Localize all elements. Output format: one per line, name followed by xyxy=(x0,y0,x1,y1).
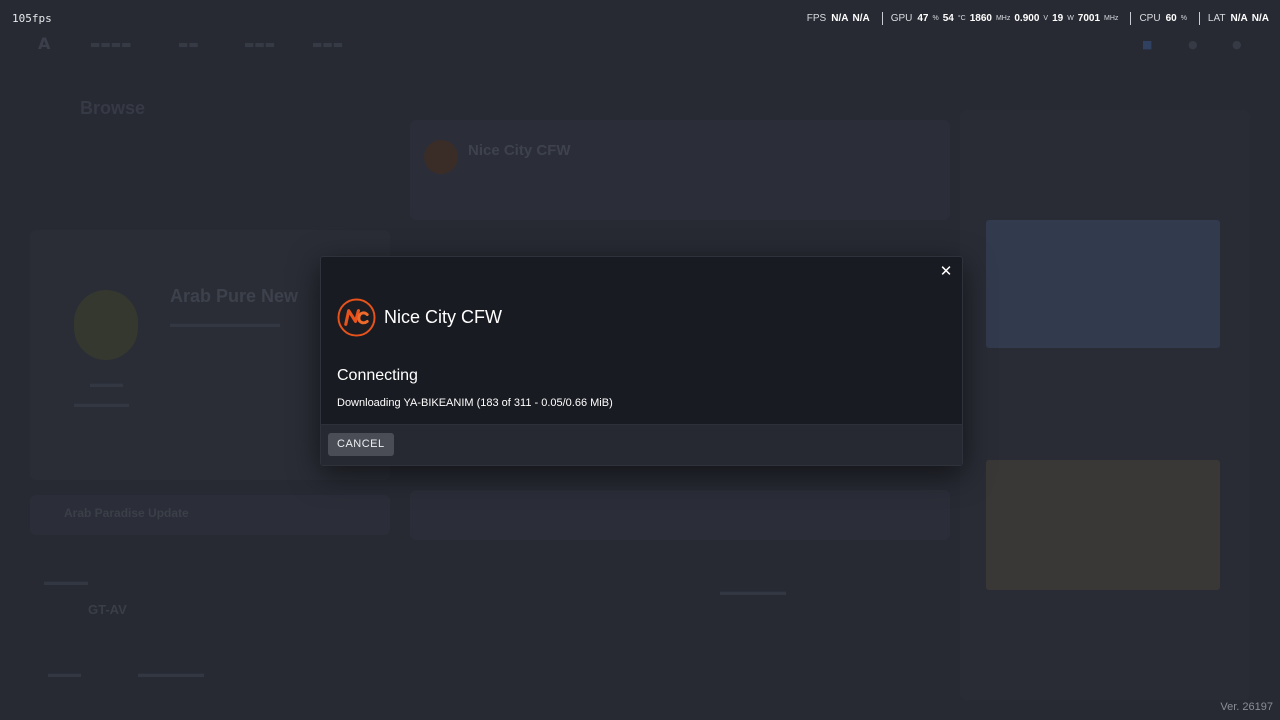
hud-unit: MHz xyxy=(1104,15,1119,22)
featured-subtitle: ▬▬▬▬▬▬▬▬▬▬ xyxy=(170,318,280,330)
nav-item[interactable]: ▬▬▬▬ xyxy=(90,38,132,51)
list-label: ▬▬▬▬ xyxy=(44,576,88,588)
discord-icon[interactable]: ■ xyxy=(1142,38,1152,51)
bottom-link[interactable]: ▬▬▬▬▬▬ xyxy=(138,668,204,680)
connection-status: Connecting xyxy=(337,367,418,384)
hud-fps-group: FPS N/A N/A xyxy=(799,13,882,24)
featured-meta: ▬▬▬▬▬ xyxy=(74,398,129,410)
server-name: Nice City CFW xyxy=(384,307,502,327)
gpu-power: 19 xyxy=(1052,13,1064,24)
gpu-clock: 1860 xyxy=(969,13,992,24)
hud-value: N/A xyxy=(1251,13,1269,24)
hud-unit: % xyxy=(932,15,939,22)
news-feed xyxy=(960,110,1250,700)
performance-hud: FPS N/A N/A GPU 47% 54 °C 1860 MHz 0.900 V … xyxy=(799,12,1269,25)
exit-icon[interactable]: ● xyxy=(1232,38,1242,51)
hud-gpu-group: GPU 47% 54 °C 1860 MHz 0.900 V 19 W 7001 MHz xyxy=(883,13,1131,24)
cancel-button[interactable]: CANCEL xyxy=(328,433,394,456)
server-header-card xyxy=(410,120,950,220)
gpu-mem-clock: 7001 xyxy=(1077,13,1101,24)
nav-item[interactable]: ▬▬ xyxy=(178,38,199,51)
version-label: Ver. 26197 xyxy=(1220,701,1273,713)
settings-icon[interactable]: ● xyxy=(1188,38,1198,51)
hud-unit: MHz xyxy=(995,15,1011,22)
section-title: Arab Paradise Update xyxy=(64,506,189,520)
player-name: GT-AV xyxy=(88,602,127,617)
hud-value: N/A xyxy=(852,13,870,24)
hud-lat-group: LAT N/A N/A xyxy=(1200,13,1269,24)
server-header-icon xyxy=(424,140,458,174)
news-image[interactable] xyxy=(986,220,1220,348)
hud-label: CPU xyxy=(1139,13,1161,24)
gpu-temp: 54 xyxy=(942,13,954,24)
top-navigation: A ▬▬▬▬ ▬▬ ▬▬▬ ▬▬▬ ■ ● ● xyxy=(0,30,1280,60)
featured-server-icon xyxy=(74,290,138,360)
info-label: ▬▬▬▬▬▬ xyxy=(720,586,786,598)
gpu-usage: 47 xyxy=(917,13,929,24)
nav-item[interactable]: ▬▬▬ xyxy=(312,38,343,51)
connecting-dialog: ✕ Nice City CFW Connecting Downloading Y… xyxy=(320,256,963,466)
featured-meta: ▬▬▬ xyxy=(90,378,123,390)
close-icon[interactable]: ✕ xyxy=(938,263,954,279)
hud-cpu-group: CPU 60% xyxy=(1131,13,1198,24)
featured-title: Arab Pure New xyxy=(170,286,299,306)
server-header-title: Nice City CFW xyxy=(468,142,571,159)
hud-unit: % xyxy=(1180,15,1187,22)
dialog-footer: CANCEL xyxy=(321,424,962,465)
hud-label: FPS xyxy=(806,13,827,24)
nav-item[interactable]: ▬▬▬ xyxy=(244,38,275,51)
cpu-usage: 60 xyxy=(1165,13,1177,24)
nice-city-logo-icon xyxy=(337,298,376,337)
hud-value: N/A xyxy=(831,13,849,24)
hud-label: LAT xyxy=(1207,13,1226,24)
gpu-voltage: 0.900 xyxy=(1014,13,1040,24)
right-panel xyxy=(960,90,1260,700)
toolbar-row xyxy=(410,490,950,540)
hud-unit: °C xyxy=(957,15,966,22)
news-image[interactable] xyxy=(986,460,1220,590)
browse-title: Browse xyxy=(80,98,146,118)
fps-counter: 105fps xyxy=(12,12,52,25)
bottom-link[interactable]: ▬▬▬ xyxy=(48,668,81,680)
hud-value: N/A xyxy=(1230,13,1248,24)
download-progress-text: Downloading YA-BIKEANIM (183 of 311 - 0.… xyxy=(337,397,613,409)
hud-unit: V xyxy=(1043,15,1049,22)
hud-unit: W xyxy=(1067,15,1074,22)
hud-label: GPU xyxy=(890,13,913,24)
app-logo-icon: A xyxy=(38,34,51,53)
